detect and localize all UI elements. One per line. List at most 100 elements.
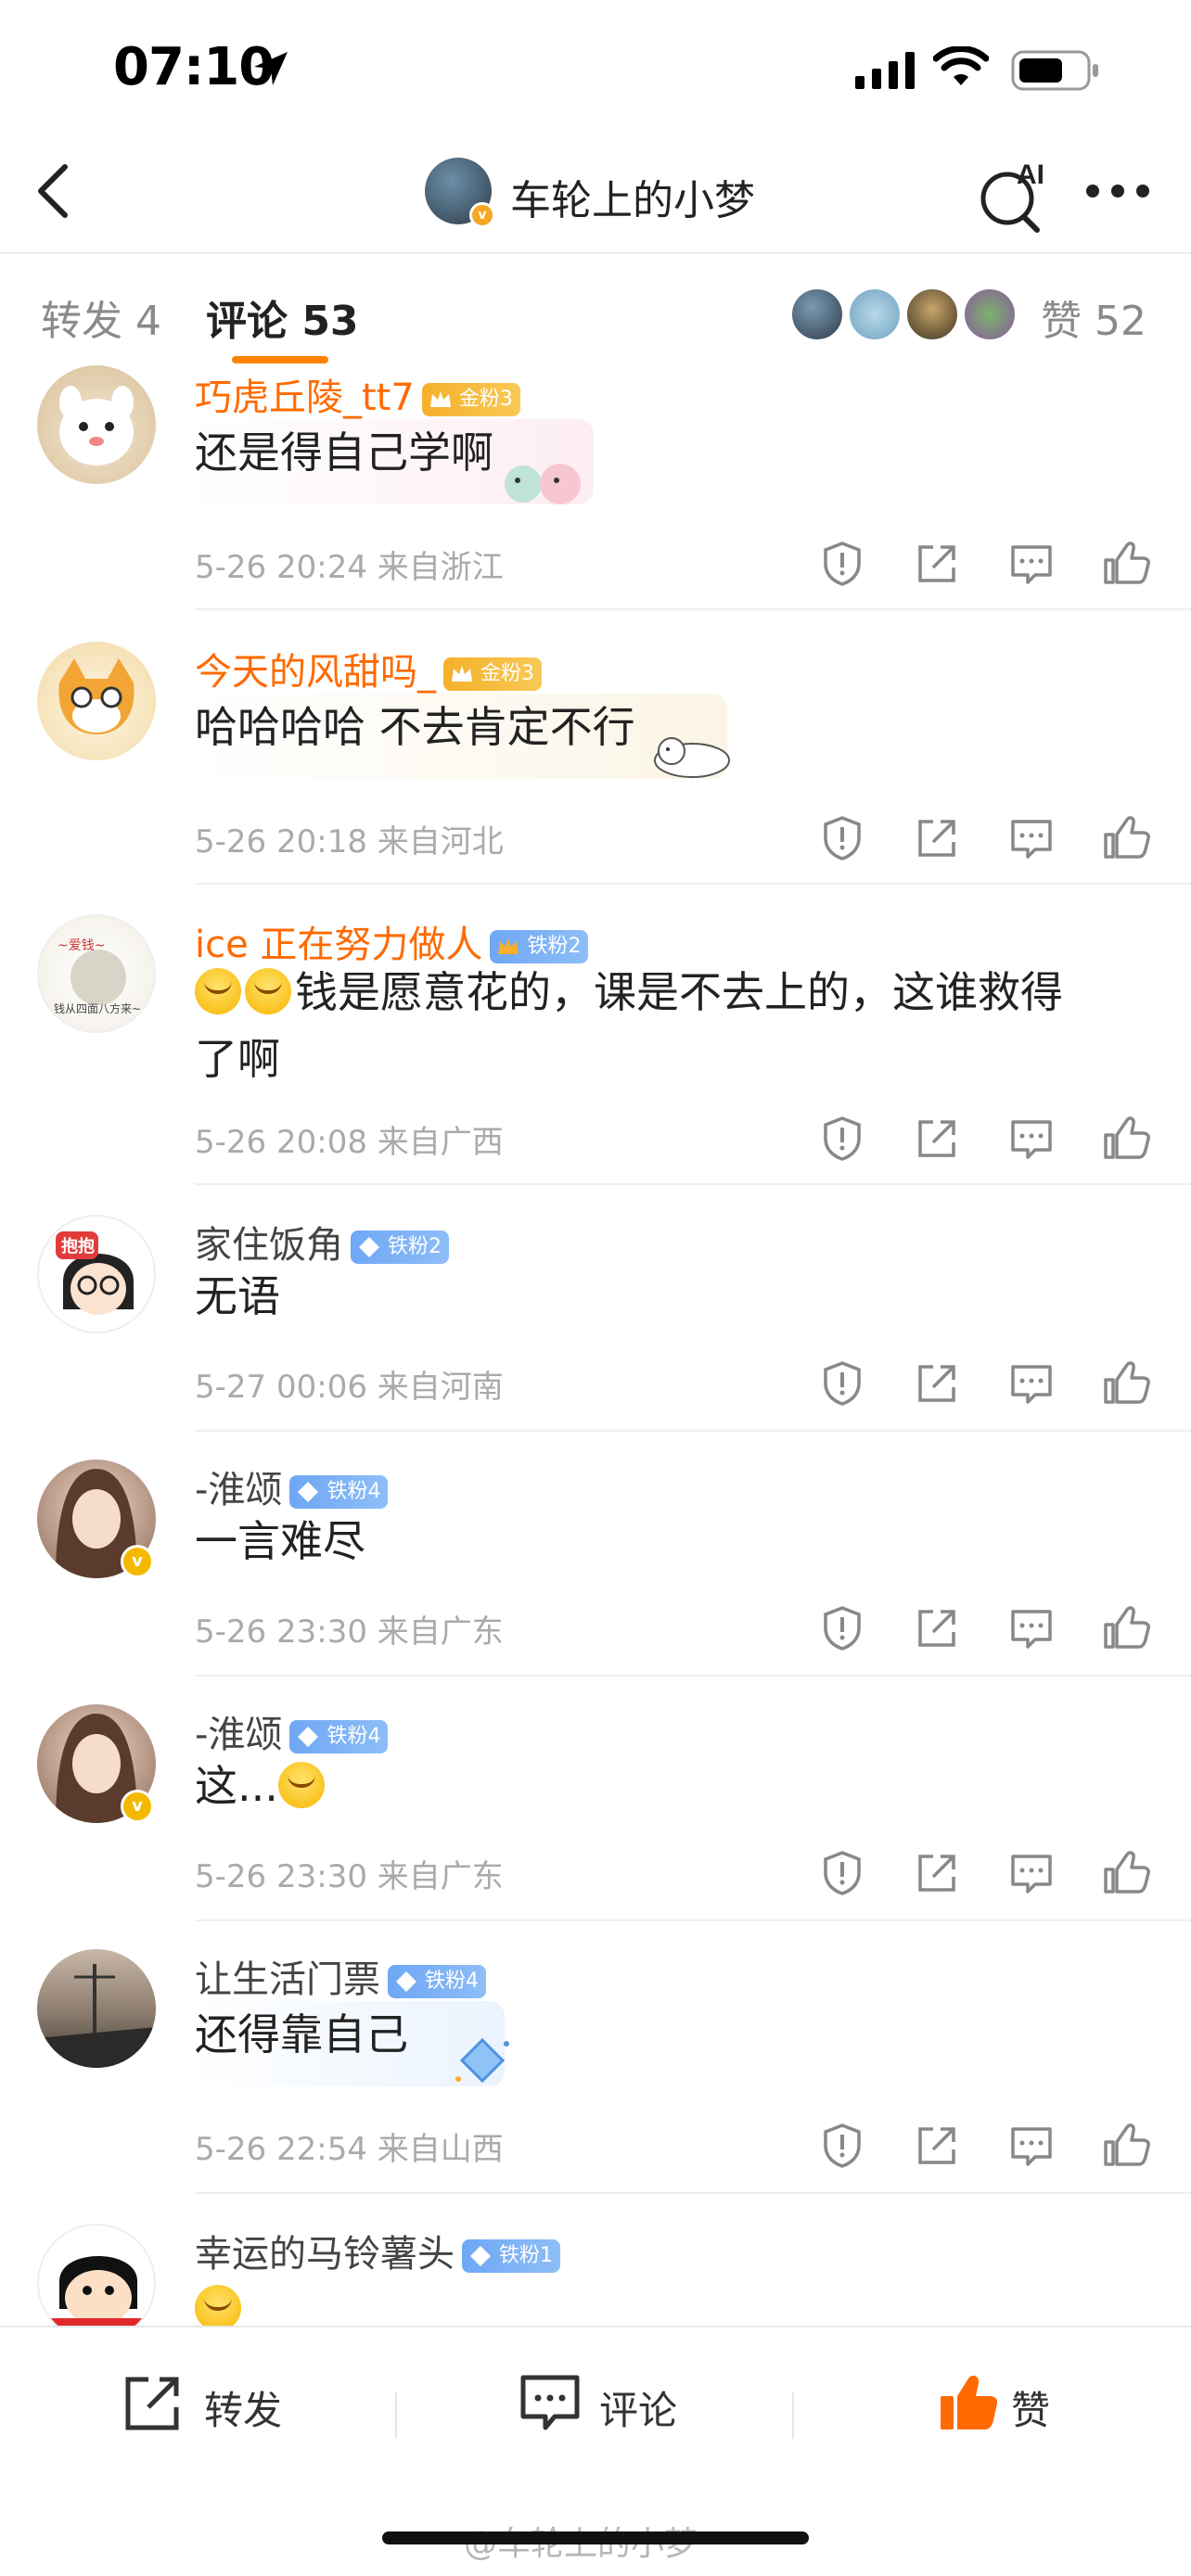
comment-actions: [816, 2120, 1159, 2175]
comment-meta: 5-26 20:08 来自广西: [195, 1124, 504, 1161]
tab-like[interactable]: 赞 52: [1041, 287, 1146, 347]
diamond-icon: [298, 1482, 319, 1502]
liker-avatar: [963, 287, 1017, 341]
comment-username[interactable]: 家住饭角 铁粉2: [195, 1215, 449, 1269]
reply-icon[interactable]: [1005, 812, 1057, 864]
comment-text-line: 钱是愿意花的，课是不去上的，这谁救得: [195, 959, 1063, 1026]
reply-icon[interactable]: [1005, 538, 1057, 590]
fan-level-badge[interactable]: 铁粉4: [289, 1475, 389, 1509]
username-text: 巧虎丘陵_tt7: [195, 376, 415, 419]
dog-sticker-icon: [654, 737, 730, 778]
svg-text:抱抱: 抱抱: [61, 1236, 95, 1256]
comment-actions: [816, 538, 1159, 593]
like-active-icon: [941, 2375, 998, 2429]
badge-label: 铁粉2: [527, 935, 582, 958]
like-icon[interactable]: [1100, 1847, 1152, 1899]
tab-repost[interactable]: 转发 4: [41, 287, 161, 347]
divider: [195, 2192, 1191, 2194]
page-title[interactable]: 车轮上的小梦: [510, 167, 755, 226]
divider: [792, 2392, 794, 2439]
report-icon[interactable]: [816, 1602, 868, 1654]
reply-icon[interactable]: [1005, 1113, 1057, 1165]
comment-button[interactable]: 评论: [518, 2370, 703, 2444]
verified-badge-icon: v: [469, 202, 495, 228]
ai-search-icon[interactable]: AI: [976, 152, 1054, 236]
like-icon[interactable]: [1100, 1358, 1152, 1409]
comment-actions: [816, 1847, 1159, 1903]
reply-icon[interactable]: [1005, 2120, 1057, 2172]
avatar-image: ~爱钱~ 钱从四面八方来~: [54, 938, 141, 1015]
avatar[interactable]: [37, 642, 156, 760]
comment-username[interactable]: 今天的风甜吗_ 金粉3: [195, 642, 542, 695]
share-icon[interactable]: [911, 1602, 963, 1654]
verified-badge-icon: v: [121, 1790, 154, 1823]
like-icon[interactable]: [1100, 1602, 1152, 1654]
comment-text: 还是得自己学啊: [195, 427, 493, 478]
location-arrow-icon: [254, 52, 288, 85]
like-icon[interactable]: [1100, 2120, 1152, 2172]
fan-level-badge[interactable]: 铁粉4: [388, 1965, 486, 1998]
comment-username[interactable]: 巧虎丘陵_tt7 金粉3: [195, 367, 520, 421]
fan-level-badge[interactable]: 金粉3: [421, 383, 520, 416]
divider: [195, 1675, 1191, 1677]
like-icon[interactable]: [1100, 812, 1152, 864]
laugh-cry-emoji-icon: [195, 2285, 241, 2331]
report-icon[interactable]: [816, 1358, 868, 1409]
share-icon[interactable]: [911, 1847, 963, 1899]
share-icon[interactable]: [911, 1113, 963, 1165]
comment-meta: 5-27 00:06 来自河南: [195, 1369, 504, 1406]
tab-bar: 转发 4 评论 53 赞 52: [0, 256, 1191, 371]
tab-comment[interactable]: 评论 53: [206, 287, 359, 347]
report-icon[interactable]: [816, 1113, 868, 1165]
more-icon[interactable]: [1085, 182, 1150, 200]
avatar[interactable]: ~爱钱~ 钱从四面八方来~: [37, 914, 156, 1033]
comment-username[interactable]: -淮颂 铁粉4: [195, 1460, 389, 1513]
avatar[interactable]: [37, 365, 156, 484]
like-button[interactable]: 赞: [937, 2370, 1085, 2444]
reply-icon[interactable]: [1005, 1602, 1057, 1654]
liker-avatar: [848, 287, 902, 341]
repost-icon: [125, 2377, 179, 2430]
comment-username[interactable]: -淮颂 铁粉4: [195, 1704, 389, 1758]
status-bar: 07:10: [0, 0, 1191, 139]
home-indicator[interactable]: [382, 2531, 809, 2544]
username-text: 家住饭角: [195, 1224, 343, 1267]
report-icon[interactable]: [816, 2120, 868, 2172]
comment-text: 钱是愿意花的，课是不去上的，这谁救得: [295, 967, 1063, 1017]
username-text: -淮颂: [195, 1714, 283, 1756]
like-icon[interactable]: [1100, 1113, 1152, 1165]
avatar-image: 抱抱: [56, 1231, 134, 1315]
reply-icon[interactable]: [1005, 1358, 1057, 1409]
share-icon[interactable]: [911, 812, 963, 864]
divider: [195, 1430, 1191, 1432]
report-icon[interactable]: [816, 812, 868, 864]
avatar[interactable]: [37, 2224, 156, 2342]
fan-level-badge[interactable]: 铁粉4: [289, 1720, 389, 1753]
svg-text:~爱钱~: ~爱钱~: [58, 938, 105, 953]
avatar[interactable]: 抱抱: [37, 1215, 156, 1333]
repost-button[interactable]: 转发: [121, 2370, 306, 2444]
comment-meta: 5-26 20:24 来自浙江: [195, 549, 504, 586]
report-icon[interactable]: [816, 538, 868, 590]
fan-level-badge[interactable]: 金粉3: [443, 657, 542, 691]
diamond-icon: [470, 2246, 491, 2266]
share-icon[interactable]: [911, 538, 963, 590]
report-icon[interactable]: [816, 1847, 868, 1899]
wifi-icon: [933, 46, 989, 85]
share-icon[interactable]: [911, 1358, 963, 1409]
like-icon[interactable]: [1100, 538, 1152, 590]
comment-actions: [816, 1113, 1159, 1168]
share-icon[interactable]: [911, 2120, 963, 2172]
comment-username[interactable]: 幸运的马铃薯头 铁粉1: [195, 2224, 560, 2277]
avatar[interactable]: [37, 1949, 156, 2068]
crown-icon: [429, 391, 451, 407]
comment-username[interactable]: 让生活门票 铁粉4: [195, 1949, 486, 2003]
divider: [0, 252, 1191, 254]
comment-text: 哈哈哈哈 不去肯定不行: [195, 702, 635, 752]
diamond-sticker-icon: [455, 2037, 509, 2084]
back-icon[interactable]: [28, 158, 83, 224]
reply-icon[interactable]: [1005, 1847, 1057, 1899]
fan-level-badge[interactable]: 铁粉1: [462, 2239, 560, 2273]
fan-level-badge[interactable]: 铁粉2: [351, 1231, 449, 1264]
diamond-icon: [298, 1727, 319, 1747]
